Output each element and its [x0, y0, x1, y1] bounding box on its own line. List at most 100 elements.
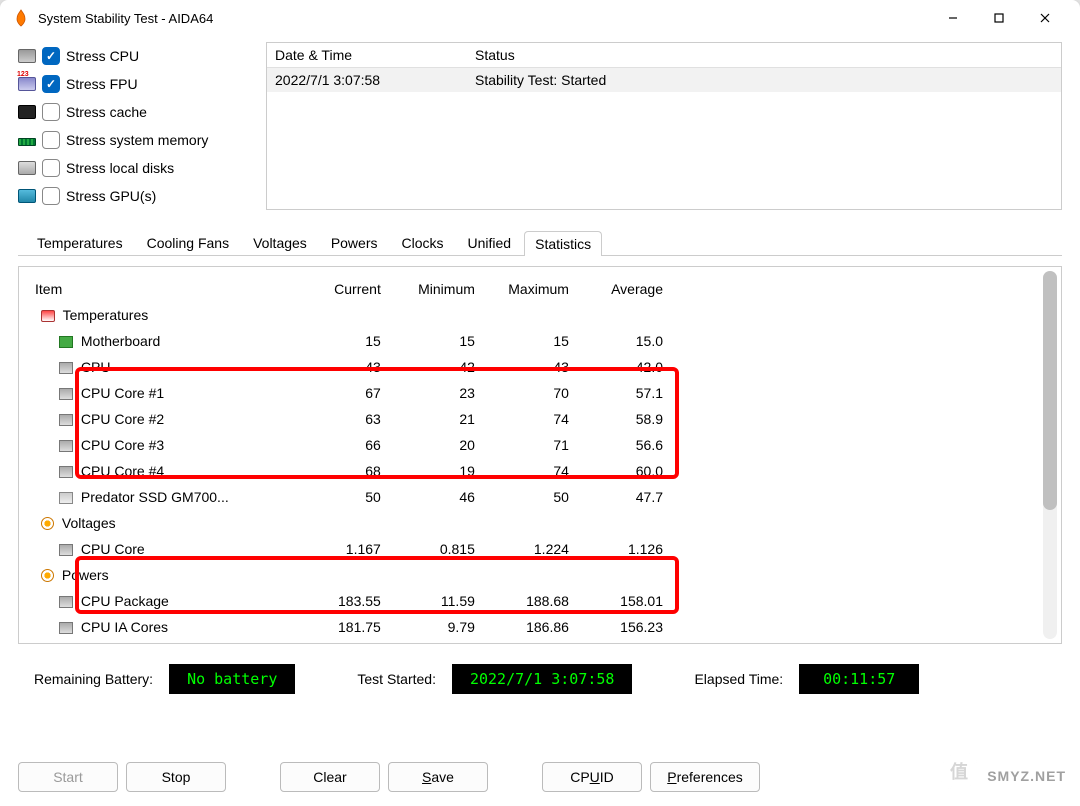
- started-value: 2022/7/1 3:07:58: [452, 664, 633, 694]
- hardware-icon: [18, 161, 36, 175]
- stat-value: 15: [293, 328, 387, 354]
- stat-value: 47.7: [575, 484, 669, 510]
- tab-clocks[interactable]: Clocks: [391, 230, 455, 255]
- stress-checkbox[interactable]: [42, 103, 60, 121]
- stat-value: 20: [387, 432, 481, 458]
- stress-label: Stress GPU(s): [66, 188, 156, 204]
- stress-checkbox[interactable]: [42, 159, 60, 177]
- stats-row[interactable]: CPU Package183.5511.59188.68158.01: [29, 588, 669, 614]
- log-header-status[interactable]: Status: [467, 43, 1031, 68]
- tab-temperatures[interactable]: Temperatures: [26, 230, 134, 255]
- stats-row[interactable]: CPU IA Cores181.759.79186.86156.23: [29, 614, 669, 640]
- tab-unified[interactable]: Unified: [457, 230, 523, 255]
- stats-row[interactable]: CPU Core1.1670.8151.2241.126: [29, 536, 669, 562]
- stress-row-5: Stress GPU(s): [18, 182, 258, 210]
- maximize-button[interactable]: [976, 0, 1022, 36]
- battery-value: No battery: [169, 664, 295, 694]
- log-row[interactable]: 2022/7/1 3:07:58Stability Test: Started: [267, 68, 1061, 93]
- stat-value: 1.167: [293, 536, 387, 562]
- stress-checkbox[interactable]: [42, 187, 60, 205]
- tab-powers[interactable]: Powers: [320, 230, 389, 255]
- stop-button[interactable]: Stop: [126, 762, 226, 792]
- stat-value: 70: [481, 380, 575, 406]
- stress-panel: Stress CPUStress FPU Stress cache Stress s…: [18, 42, 258, 210]
- stat-value: 60.0: [575, 458, 669, 484]
- stress-checkbox[interactable]: [42, 75, 60, 93]
- stat-value: 74: [481, 458, 575, 484]
- stat-value: 50: [293, 484, 387, 510]
- scrollbar[interactable]: [1043, 271, 1057, 639]
- stats-row[interactable]: CPU43424342.0: [29, 354, 669, 380]
- cpuid-button[interactable]: CPUID: [542, 762, 642, 792]
- row-icon: [59, 388, 73, 400]
- started-label: Test Started:: [357, 671, 436, 687]
- battery-label: Remaining Battery:: [34, 671, 153, 687]
- start-button[interactable]: Start: [18, 762, 118, 792]
- stress-row-2: Stress cache: [18, 98, 258, 126]
- stats-row[interactable]: Temperatures: [29, 302, 669, 328]
- stats-header[interactable]: Minimum: [387, 277, 481, 302]
- stats-header[interactable]: Average: [575, 277, 669, 302]
- stats-header[interactable]: Item: [29, 277, 293, 302]
- row-label: CPU Package: [77, 593, 169, 609]
- stat-value: 57.1: [575, 380, 669, 406]
- row-icon: [59, 596, 73, 608]
- stat-value: 158.01: [575, 588, 669, 614]
- log-datetime: 2022/7/1 3:07:58: [267, 68, 467, 93]
- stat-value: 68: [293, 458, 387, 484]
- hardware-icon: [18, 138, 36, 146]
- stress-label: Stress cache: [66, 104, 147, 120]
- tab-cooling-fans[interactable]: Cooling Fans: [136, 230, 241, 255]
- close-button[interactable]: [1022, 0, 1068, 36]
- tab-voltages[interactable]: Voltages: [242, 230, 318, 255]
- stat-value: 56.6: [575, 432, 669, 458]
- row-icon: [59, 336, 73, 348]
- stat-value: 66: [293, 432, 387, 458]
- stat-value: 71: [481, 432, 575, 458]
- stat-value: 19: [387, 458, 481, 484]
- stress-checkbox[interactable]: [42, 47, 60, 65]
- stats-header[interactable]: Maximum: [481, 277, 575, 302]
- stats-row[interactable]: CPU Core #4 68197460.0: [29, 458, 669, 484]
- hardware-icon: [18, 77, 36, 91]
- stress-row-0: Stress CPU: [18, 42, 258, 70]
- stats-row[interactable]: CPU Core #263217458.9: [29, 406, 669, 432]
- stats-row[interactable]: Voltages: [29, 510, 669, 536]
- preferences-button[interactable]: Preferences: [650, 762, 760, 792]
- row-icon: [59, 362, 73, 374]
- stats-row[interactable]: CPU Core #167237057.1: [29, 380, 669, 406]
- stat-value: 156.23: [575, 614, 669, 640]
- stats-header[interactable]: Current: [293, 277, 387, 302]
- stress-row-1: Stress FPU: [18, 70, 258, 98]
- row-label: CPU Core #4: [77, 463, 164, 479]
- stat-value: 42: [387, 354, 481, 380]
- stress-row-3: Stress system memory: [18, 126, 258, 154]
- stat-value: 15: [387, 328, 481, 354]
- row-label: CPU: [77, 359, 110, 375]
- log-header-datetime[interactable]: Date & Time: [267, 43, 467, 68]
- stat-value: 74: [481, 406, 575, 432]
- scrollbar-thumb[interactable]: [1043, 271, 1057, 510]
- stress-checkbox[interactable]: [42, 131, 60, 149]
- stats-row[interactable]: Predator SSD GM700...50465047.7: [29, 484, 669, 510]
- clear-button[interactable]: Clear: [280, 762, 380, 792]
- save-button[interactable]: Save: [388, 762, 488, 792]
- window: System Stability Test - AIDA64 Stress CP…: [0, 0, 1080, 806]
- stats-row[interactable]: Powers: [29, 562, 669, 588]
- tabs: TemperaturesCooling FansVoltagesPowersCl…: [18, 230, 1062, 256]
- stress-label: Stress system memory: [66, 132, 208, 148]
- minimize-button[interactable]: [930, 0, 976, 36]
- tab-statistics[interactable]: Statistics: [524, 231, 602, 256]
- stats-row[interactable]: CPU Core #3 66207156.6: [29, 432, 669, 458]
- stat-value: 188.68: [481, 588, 575, 614]
- stat-value: 46: [387, 484, 481, 510]
- stat-value: 15.0: [575, 328, 669, 354]
- stress-label: Stress local disks: [66, 160, 174, 176]
- row-label: CPU Core: [77, 541, 145, 557]
- stats-row[interactable]: Motherboard15151515.0: [29, 328, 669, 354]
- row-label: Motherboard: [77, 333, 160, 349]
- row-label: Predator SSD GM700...: [77, 489, 229, 505]
- row-icon: [59, 440, 73, 452]
- row-label: CPU Core #3: [77, 437, 164, 453]
- status-strip: Remaining Battery: No battery Test Start…: [18, 644, 1062, 710]
